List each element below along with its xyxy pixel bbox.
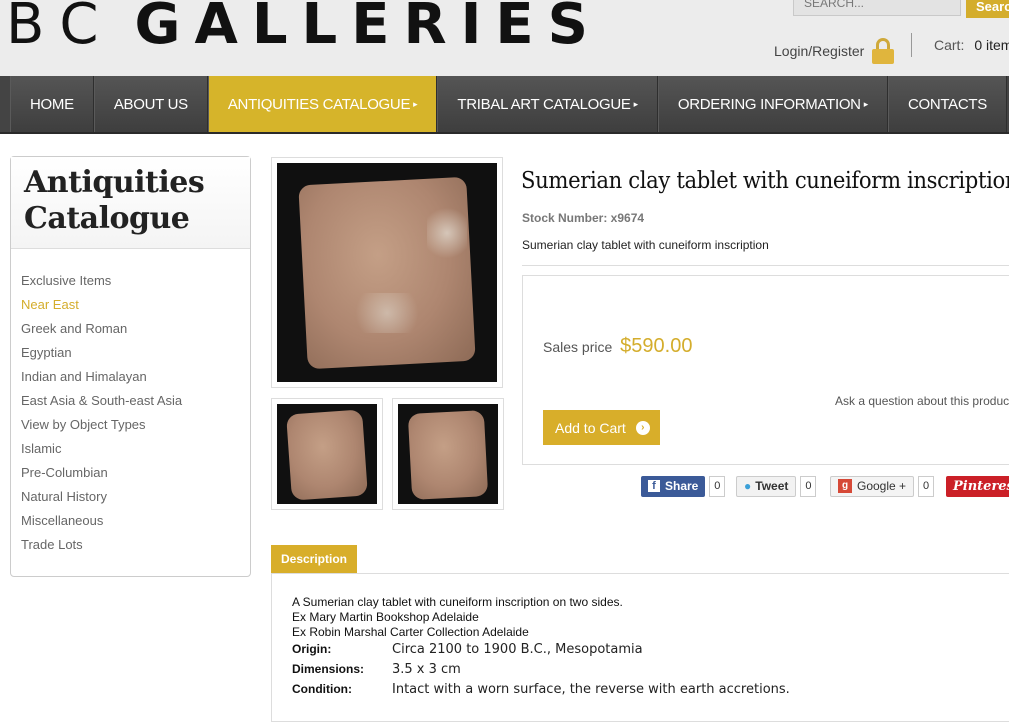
- divider: [522, 265, 1009, 266]
- thumbnail-photo: [398, 404, 498, 504]
- clay-tablet-photo: [277, 163, 497, 382]
- sidebar-item-pre-columbian[interactable]: Pre-Columbian: [11, 461, 250, 485]
- twitter-bird-icon: ●: [744, 479, 752, 493]
- site-logo[interactable]: BC GALLERIES: [6, 0, 602, 57]
- spec-origin: Origin: Circa 2100 to 1900 B.C., Mesopot…: [292, 642, 643, 657]
- lock-icon: [872, 38, 895, 64]
- nav-antiquities-catalogue[interactable]: ANTIQUITIES CATALOGUE ▸: [207, 76, 438, 132]
- cart-count: 0 items: [974, 37, 1009, 53]
- facebook-count: 0: [709, 475, 726, 497]
- price-value: $590.00: [620, 335, 693, 357]
- sidebar-item-islamic[interactable]: Islamic: [11, 437, 250, 461]
- description-line: Ex Robin Marshal Carter Collection Adela…: [292, 625, 529, 639]
- stock-number: Stock Number: x9674: [522, 211, 645, 225]
- google-plus-icon: g: [838, 479, 852, 493]
- tab-description[interactable]: Description: [271, 545, 357, 573]
- nav-about-us[interactable]: ABOUT US: [93, 76, 208, 132]
- twitter-share: ● Tweet 0: [736, 475, 817, 497]
- sidebar-item-natural-history[interactable]: Natural History: [11, 485, 250, 509]
- facebook-share-button[interactable]: f Share: [641, 475, 706, 497]
- caret-right-icon: ▸: [863, 98, 869, 109]
- sidebar-title-line2: Catalogue: [24, 201, 190, 236]
- google-count: 0: [918, 475, 935, 497]
- sidebar-item-miscellaneous[interactable]: Miscellaneous: [11, 509, 250, 533]
- nav-antiquities-label: ANTIQUITIES CATALOGUE: [227, 95, 411, 113]
- google-label: Google +: [857, 479, 907, 493]
- product-main-image[interactable]: [271, 157, 503, 388]
- dimensions-value: 3.5 x 3 cm: [392, 662, 461, 677]
- add-to-cart-label: Add to Cart: [555, 419, 626, 436]
- facebook-label: Share: [665, 479, 699, 493]
- dimensions-label: Dimensions:: [292, 662, 365, 676]
- origin-label: Origin:: [292, 642, 332, 656]
- sidebar-item-greek-and-roman[interactable]: Greek and Roman: [11, 317, 250, 341]
- search-button[interactable]: Search: [966, 0, 1009, 18]
- logo-text-left: BC: [6, 0, 115, 57]
- ask-question-link[interactable]: Ask a question about this product: [835, 394, 1009, 408]
- sidebar-item-egyptian[interactable]: Egyptian: [11, 341, 250, 365]
- sidebar-item-exclusive-items[interactable]: Exclusive Items: [11, 269, 250, 293]
- thumbnail-photo: [277, 404, 377, 504]
- facebook-share: f Share 0: [641, 475, 726, 497]
- product-thumbnail-2[interactable]: [392, 398, 504, 510]
- category-list: Exclusive Items Near East Greek and Roma…: [11, 249, 250, 557]
- description-text: A Sumerian clay tablet with cuneiform in…: [292, 595, 623, 640]
- add-to-cart-button[interactable]: Add to Cart ›: [543, 410, 660, 445]
- main-nav: HOME ABOUT US ANTIQUITIES CATALOGUE ▸ TRI…: [0, 76, 1009, 134]
- pinterest-share: Pinterest: [946, 475, 1009, 497]
- nav-contacts[interactable]: CONTACTS: [887, 76, 1007, 132]
- nav-tribal-label: TRIBAL ART CATALOGUE: [457, 95, 631, 113]
- price-label: Sales price: [543, 339, 613, 355]
- catalogue-sidebar: Antiquities Catalogue Exclusive Items Ne…: [10, 156, 251, 577]
- sidebar-title: Antiquities Catalogue: [11, 157, 250, 249]
- sidebar-item-object-types[interactable]: View by Object Types: [11, 413, 250, 437]
- price-box: Sales price $590.00 Ask a question about…: [522, 275, 1009, 465]
- login-register-link[interactable]: Login/Register: [774, 38, 895, 64]
- product-short-description: Sumerian clay tablet with cuneiform insc…: [522, 238, 769, 252]
- sidebar-title-line1: Antiquities: [24, 165, 205, 200]
- description-line: Ex Mary Martin Bookshop Adelaide: [292, 610, 479, 624]
- header-divider: [911, 33, 912, 57]
- nav-ordering-information[interactable]: ORDERING INFORMATION ▸: [657, 76, 888, 132]
- description-line: A Sumerian clay tablet with cuneiform in…: [292, 595, 623, 609]
- origin-value: Circa 2100 to 1900 B.C., Mesopotamia: [392, 642, 643, 657]
- nav-tribal-art-catalogue[interactable]: TRIBAL ART CATALOGUE ▸: [437, 76, 658, 132]
- logo-text-right: GALLERIES: [134, 0, 603, 57]
- arrow-right-icon: ›: [635, 420, 650, 435]
- site-header: BC GALLERIES SEARCH... Search Login/Regis…: [0, 0, 1009, 76]
- sidebar-item-east-asia[interactable]: East Asia & South-east Asia: [11, 389, 250, 413]
- condition-value: Intact with a worn surface, the reverse …: [392, 682, 790, 697]
- product-thumbnail-1[interactable]: [271, 398, 383, 510]
- sidebar-item-trade-lots[interactable]: Trade Lots: [11, 533, 250, 557]
- nav-home[interactable]: HOME: [10, 76, 94, 132]
- cart-link[interactable]: Cart: 0 items: [934, 37, 1009, 53]
- search-input[interactable]: SEARCH...: [793, 0, 961, 16]
- nav-about-label: ABOUT US: [113, 95, 188, 113]
- pinterest-button[interactable]: Pinterest: [946, 475, 1009, 497]
- sidebar-item-near-east[interactable]: Near East: [11, 293, 250, 317]
- google-plus-button[interactable]: g Google +: [830, 475, 915, 497]
- nav-contacts-label: CONTACTS: [907, 95, 987, 113]
- login-label: Login/Register: [774, 43, 865, 59]
- twitter-count: 0: [800, 475, 817, 497]
- sidebar-item-indian-himalayan[interactable]: Indian and Himalayan: [11, 365, 250, 389]
- tweet-button[interactable]: ● Tweet: [736, 475, 797, 497]
- cart-label: Cart:: [934, 37, 965, 53]
- spec-condition: Condition: Intact with a worn surface, t…: [292, 682, 790, 697]
- caret-right-icon: ▸: [633, 98, 639, 109]
- facebook-icon: f: [648, 480, 660, 492]
- sales-price: Sales price $590.00: [543, 335, 692, 358]
- caret-right-icon: ▸: [413, 98, 418, 109]
- google-share: g Google + 0: [830, 475, 935, 497]
- nav-ordering-label: ORDERING INFORMATION: [677, 95, 861, 113]
- spec-dimensions: Dimensions: 3.5 x 3 cm: [292, 662, 461, 677]
- product-title: Sumerian clay tablet with cuneiform insc…: [521, 168, 1009, 194]
- tweet-label: Tweet: [755, 479, 789, 493]
- nav-home-label: HOME: [30, 95, 74, 113]
- condition-label: Condition:: [292, 682, 352, 696]
